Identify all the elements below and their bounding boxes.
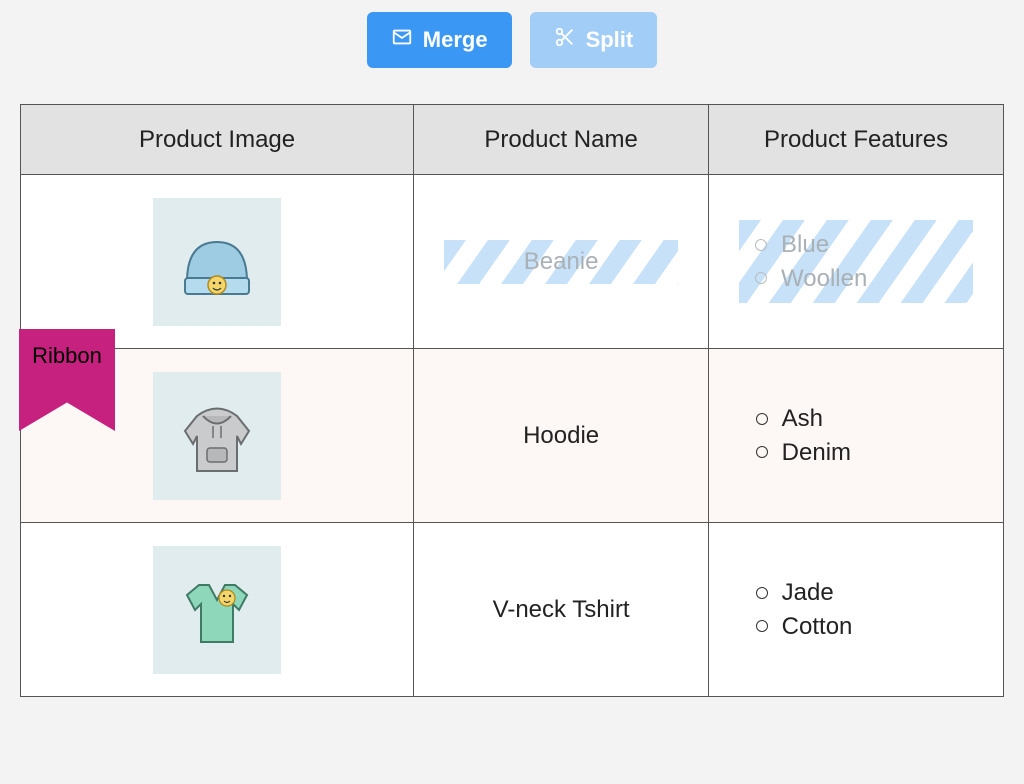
products-table: Product Image Product Name Product Featu… [20, 104, 1004, 697]
feature-item: Cotton [754, 610, 963, 644]
product-image [153, 546, 281, 674]
split-label: Split [586, 27, 634, 53]
table-row[interactable]: V-neck Tshirt Jade Cotton [21, 523, 1004, 697]
cell-features[interactable]: Blue Woollen [709, 175, 1004, 349]
feature-item: Woollen [753, 262, 963, 296]
product-image [153, 198, 281, 326]
toolbar: Merge Split [0, 12, 1024, 68]
feature-item: Blue [753, 228, 963, 262]
ribbon-label: Ribbon [32, 343, 102, 368]
product-image [153, 372, 281, 500]
cell-name[interactable]: Beanie [414, 175, 709, 349]
product-name: V-neck Tshirt [493, 596, 630, 623]
selection-highlight: Blue Woollen [739, 220, 973, 303]
split-button[interactable]: Split [530, 12, 658, 68]
header-features: Product Features [709, 105, 1004, 175]
header-name: Product Name [414, 105, 709, 175]
table-row[interactable]: Beanie Blue Woollen [21, 175, 1004, 349]
merge-button[interactable]: Merge [367, 12, 512, 68]
scissors-icon [554, 26, 576, 54]
cell-features[interactable]: Ash Denim [709, 349, 1004, 523]
cell-image[interactable] [21, 523, 414, 697]
product-name: Beanie [524, 248, 599, 275]
table-row[interactable]: Ribbon Hoodie [21, 349, 1004, 523]
cell-name[interactable]: Hoodie [414, 349, 709, 523]
cell-image[interactable]: Ribbon [21, 349, 414, 523]
cell-name[interactable]: V-neck Tshirt [414, 523, 709, 697]
header-image: Product Image [21, 105, 414, 175]
feature-item: Denim [754, 436, 963, 470]
cell-features[interactable]: Jade Cotton [709, 523, 1004, 697]
feature-item: Ash [754, 402, 963, 436]
merge-icon [391, 26, 413, 54]
selection-highlight: Beanie [444, 240, 678, 284]
ribbon-badge: Ribbon [19, 329, 115, 431]
cell-image[interactable] [21, 175, 414, 349]
product-name: Hoodie [523, 422, 599, 449]
merge-label: Merge [423, 27, 488, 53]
feature-item: Jade [754, 576, 963, 610]
